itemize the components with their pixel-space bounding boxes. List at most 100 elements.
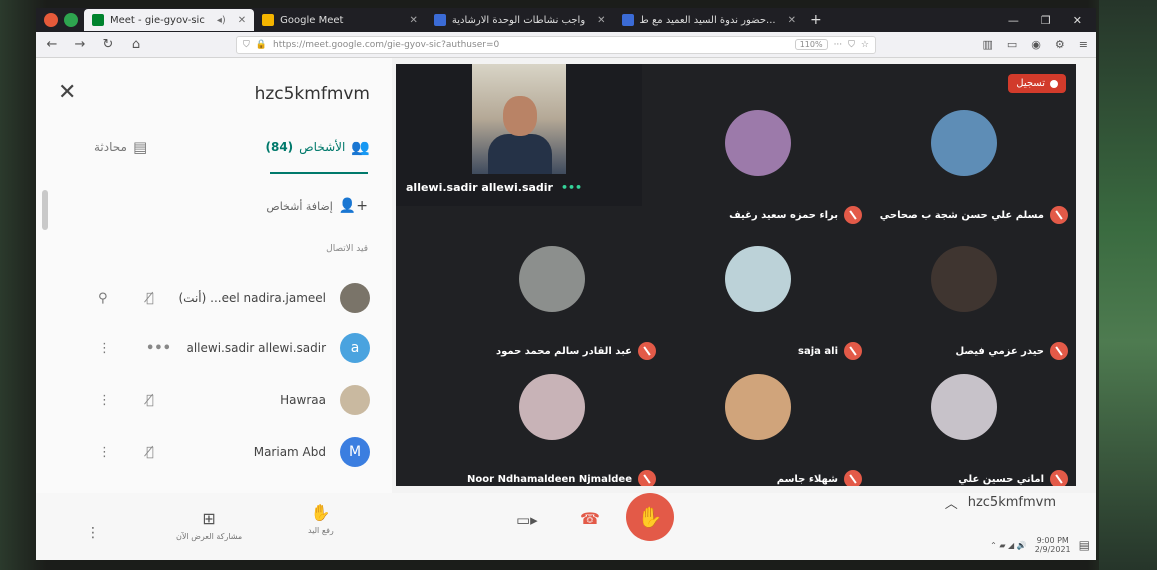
panel-scrollbar[interactable]	[42, 190, 48, 230]
meeting-details-button[interactable]: ︿ hzc5kmfmvm	[945, 493, 1056, 512]
notification-icon[interactable]: ▤	[1079, 538, 1090, 552]
meeting-code: hzc5kmfmvm	[967, 495, 1056, 510]
tile-name: مسلم علي حسن شجة ب صحاحي	[879, 209, 1044, 221]
people-icon: 👥	[351, 138, 370, 156]
pin-icon[interactable]: ⚲	[98, 291, 108, 306]
tile-label: Noor Ndhamaldeen Njmaldee	[467, 470, 656, 486]
chat-tab-label: محادثة	[94, 140, 127, 154]
panel-tabs: محادثة ▤ (84) الأشخاص 👥	[36, 138, 392, 178]
avatar	[519, 374, 585, 440]
more-icon[interactable]: ···	[834, 40, 843, 50]
muted-mic-icon	[1050, 206, 1068, 224]
back-icon[interactable]: ←	[44, 37, 60, 52]
close-tab-icon[interactable]: ✕	[238, 15, 246, 26]
tab-google-meet[interactable]: Google Meet ✕	[254, 9, 426, 31]
more-options-icon[interactable]: ⋮	[98, 445, 111, 460]
tab-people[interactable]: (84) الأشخاص 👥	[265, 138, 370, 156]
minimize-icon[interactable]: —	[1008, 14, 1019, 27]
clock[interactable]: 9:00 PM 2/9/2021	[1035, 536, 1071, 554]
addons-icon[interactable]: ⚙	[1055, 38, 1065, 51]
muted-hand-icon: ✋	[637, 505, 663, 529]
forward-icon[interactable]: →	[72, 37, 88, 52]
meet-favicon-icon	[92, 14, 104, 26]
present-now-button[interactable]: ⊞ مشاركة العرض الآن	[176, 509, 242, 541]
address-bar[interactable]: ⛉ 🔒 https://meet.google.com/gie-gyov-sic…	[236, 35, 876, 54]
participant-tile[interactable]: مسلم علي حسن شجة ب صحاحي	[852, 98, 1076, 236]
tab-label: Meet - gie-gyov-sic	[110, 14, 205, 26]
avatar	[340, 283, 370, 313]
avatar	[725, 110, 791, 176]
clock-time: 9:00 PM	[1036, 536, 1069, 545]
speaking-indicator-icon: •••	[146, 340, 171, 356]
reload-icon[interactable]: ↻	[100, 37, 116, 52]
maximize-icon[interactable]: ❐	[1041, 14, 1051, 27]
add-people-button[interactable]: إضافة أشخاص 👤+	[266, 198, 368, 214]
tile-name: عبد القادر سالم محمد حمود	[495, 345, 632, 357]
people-tab-label: الأشخاص	[299, 140, 346, 154]
participant-row[interactable]: ⋮ 🎙̸ Hawraa	[36, 380, 392, 420]
muted-mic-icon	[1050, 342, 1068, 360]
more-options-icon[interactable]: ⋮	[98, 341, 111, 356]
close-window-icon[interactable]: ✕	[1073, 14, 1082, 27]
more-options-icon[interactable]: ⋮	[86, 525, 100, 541]
participant-tile[interactable]: Noor Ndhamaldeen Njmaldee	[440, 362, 664, 486]
participant-tile[interactable]: عبد القادر سالم محمد حمود	[440, 234, 664, 372]
present-label: مشاركة العرض الآن	[176, 532, 243, 541]
tile-name: Noor Ndhamaldeen Njmaldee	[467, 473, 632, 485]
participant-tile[interactable]: اماني حسين علي	[852, 362, 1076, 486]
tab-assignment[interactable]: واجب نشاطات الوحدة الارشادية ✕	[426, 9, 614, 31]
bookmark-star-icon[interactable]: ☆	[861, 40, 869, 50]
participant-row[interactable]: ⋮ 🎙̸ Mariam Abd M	[36, 432, 392, 472]
tab-meet[interactable]: Meet - gie-gyov-sic ◂) ✕	[84, 9, 255, 31]
tile-name: saja ali	[798, 345, 838, 357]
participant-name: Mariam Abd	[253, 445, 326, 459]
close-tab-icon[interactable]: ✕	[788, 15, 796, 26]
more-options-icon[interactable]: ⋮	[98, 393, 111, 408]
tab-label: Google Meet	[280, 14, 344, 26]
participant-row[interactable]: ⚲ 🎙̸ (أنت) ...eel nadira.jameel	[36, 278, 392, 318]
close-panel-icon[interactable]: ✕	[58, 80, 76, 105]
participant-row[interactable]: ⋮ ••• allewi.sadir allewi.sadir a	[36, 328, 392, 368]
close-tab-icon[interactable]: ✕	[409, 15, 417, 26]
mic-toggle-button[interactable]: ✋	[626, 493, 674, 541]
add-person-icon: 👤+	[338, 198, 368, 214]
participant-name: Hawraa	[280, 393, 326, 407]
tile-name: براء حمزه سعيد رغيف	[729, 209, 838, 221]
raise-hand-label: رفع اليد	[308, 526, 334, 535]
active-tab-indicator	[270, 172, 368, 174]
clock-date: 2/9/2021	[1034, 545, 1071, 554]
camera-toggle-icon[interactable]: ▭▸	[516, 511, 538, 529]
raise-hand-button[interactable]: ✋ رفع اليد	[308, 503, 334, 535]
participant-tile[interactable]: براء حمزه سعيد رغيف	[646, 98, 870, 236]
close-tab-icon[interactable]: ✕	[597, 15, 605, 26]
speaker-name: allewi.sadir allewi.sadir	[406, 181, 553, 194]
video-grid: allewi.sadir allewi.sadir ••• تسجيل براء…	[396, 64, 1076, 486]
tab-attendance[interactable]: حضور ندوة السيد العميد مع ط... ✕	[614, 9, 804, 31]
sidebar-icon[interactable]: ▭	[1007, 38, 1017, 51]
speaker-body	[488, 134, 552, 174]
muted-mic-icon: 🎙̸	[146, 444, 154, 460]
tile-label: براء حمزه سعيد رغيف	[729, 206, 862, 224]
tab-chat[interactable]: محادثة ▤	[94, 138, 147, 156]
participant-tile[interactable]: حيدر عزمي فيصل	[852, 234, 1076, 372]
leave-call-icon[interactable]: ☎	[580, 509, 600, 528]
home-icon[interactable]: ⌂	[128, 37, 144, 52]
pocket-icon[interactable]: ⛉	[848, 40, 855, 50]
active-speaker-video[interactable]: allewi.sadir allewi.sadir •••	[396, 64, 642, 206]
new-tab-icon[interactable]: +	[810, 12, 822, 28]
extension-icon[interactable]	[64, 13, 78, 27]
tile-label: مسلم علي حسن شجة ب صحاحي	[880, 206, 1068, 224]
avatar	[931, 110, 997, 176]
participant-tile[interactable]: شهلاء جاسم	[646, 362, 870, 486]
people-count: (84)	[265, 140, 294, 154]
muted-mic-icon: 🎙̸	[146, 290, 154, 306]
menu-icon[interactable]: ≡	[1079, 38, 1088, 51]
chevron-up-icon: ︿	[944, 497, 958, 512]
library-icon[interactable]: ▥	[982, 38, 992, 51]
avatar	[519, 246, 585, 312]
zoom-level[interactable]: 110%	[794, 39, 828, 50]
navigation-bar: ← → ↻ ⌂ ⛉ 🔒 https://meet.google.com/gie-…	[36, 32, 1096, 58]
participant-tile[interactable]: saja ali	[646, 234, 870, 372]
extension-icon[interactable]: ◉	[1031, 38, 1041, 51]
record-label: تسجيل	[1016, 78, 1045, 89]
